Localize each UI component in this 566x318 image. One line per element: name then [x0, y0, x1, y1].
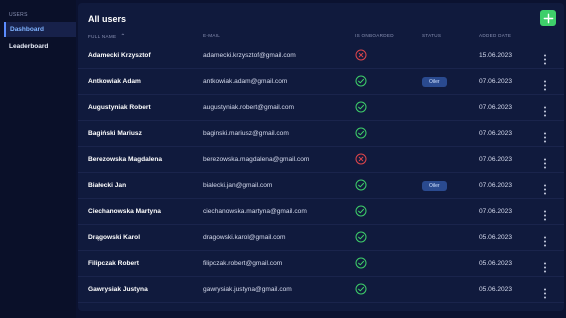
user-email: adamecki.krzysztof@gmail.com [203, 52, 296, 59]
user-full-name: Białecki Jan [88, 182, 127, 189]
user-full-name: Filipczak Robert [88, 260, 139, 267]
check-circle-icon [355, 101, 369, 115]
table-row[interactable]: Filipczak Robert filipczak.robert@gmail.c… [78, 251, 564, 277]
check-circle-icon [355, 179, 369, 193]
more-vertical-icon[interactable] [542, 129, 548, 143]
check-circle-icon [355, 205, 369, 219]
chevron-up-icon: ⌃ [120, 34, 126, 40]
plus-icon [543, 13, 553, 23]
more-vertical-icon[interactable] [542, 285, 548, 299]
check-circle-icon [355, 75, 369, 89]
more-vertical-icon[interactable] [542, 259, 548, 273]
more-vertical-icon[interactable] [542, 233, 548, 247]
users-panel: All users FULL NAME ⌃ E-MAIL IS ONBOARDE… [78, 3, 564, 311]
table-row[interactable]: Augustyniak Robert augustyniak.robert@gma… [78, 95, 564, 121]
user-full-name: Drągowski Karol [88, 234, 141, 241]
status-cell: Oiler [422, 181, 447, 191]
column-header-label: STATUS [422, 33, 442, 38]
check-circle-icon [355, 257, 369, 271]
check-circle-icon [355, 283, 369, 297]
user-added-date: 07.06.2023 [479, 208, 513, 215]
user-full-name: Adamecki Krzysztof [88, 52, 151, 59]
column-header-label: FULL NAME [88, 34, 117, 39]
user-email: dragowski.karol@gmail.com [203, 234, 286, 241]
user-added-date: 05.06.2023 [479, 286, 513, 293]
user-email: gawrysiak.justyna@gmail.com [203, 286, 292, 293]
sidebar-item-leaderboard[interactable]: Leaderboard [4, 39, 76, 54]
add-user-button[interactable] [540, 10, 556, 26]
column-header-email: E-MAIL [203, 33, 220, 38]
user-email: filipczak.robert@gmail.com [203, 260, 283, 267]
user-full-name: Antkowiak Adam [88, 78, 141, 85]
more-vertical-icon[interactable] [542, 51, 548, 65]
user-full-name: Ciechanowska Martyna [88, 208, 161, 215]
more-vertical-icon[interactable] [542, 155, 548, 169]
table-row[interactable]: Drągowski Karol dragowski.karol@gmail.com… [78, 225, 564, 251]
user-email: ciechanowska.martyna@gmail.com [203, 208, 307, 215]
status-badge: Oiler [422, 181, 447, 191]
table-row[interactable]: Berezowska Magdalena berezowska.magdalena… [78, 147, 564, 173]
check-circle-icon [355, 127, 369, 141]
x-circle-icon [355, 153, 369, 167]
table-row[interactable]: Gawrysiak Justyna gawrysiak.justyna@gmail… [78, 277, 564, 303]
user-added-date: 07.06.2023 [479, 78, 513, 85]
sidebar: USERS Dashboard Leaderboard [0, 0, 76, 318]
column-header-added-date: ADDED DATE [479, 33, 511, 38]
user-full-name: Gawrysiak Justyna [88, 286, 148, 293]
more-vertical-icon[interactable] [542, 181, 548, 195]
user-added-date: 15.06.2023 [479, 52, 513, 59]
column-header-label: IS ONBOARDED [355, 33, 394, 38]
check-circle-icon [355, 231, 369, 245]
user-full-name: Augustyniak Robert [88, 104, 151, 111]
table-row[interactable]: Antkowiak Adam antkowiak.adam@gmail.com Oi… [78, 69, 564, 95]
user-added-date: 05.06.2023 [479, 234, 513, 241]
table-row[interactable]: Ciechanowska Martyna ciechanowska.martyna… [78, 199, 564, 225]
user-full-name: Bagiński Mariusz [88, 130, 142, 137]
column-header-status: STATUS [422, 33, 441, 38]
column-header-label: E-MAIL [203, 33, 221, 38]
user-added-date: 07.06.2023 [479, 130, 513, 137]
table-row[interactable]: Bagiński Mariusz baginski.mariusz@gmail.c… [78, 121, 564, 147]
status-cell: Oiler [422, 77, 447, 87]
page-title: All users [88, 14, 127, 24]
user-email: augustyniak.robert@gmail.com [203, 104, 294, 111]
user-added-date: 07.06.2023 [479, 104, 513, 111]
more-vertical-icon[interactable] [542, 103, 548, 117]
user-email: baginski.mariusz@gmail.com [203, 130, 289, 137]
table-row[interactable]: Białecki Jan bialecki.jan@gmail.com Oiler 0… [78, 173, 564, 199]
status-badge: Oiler [422, 77, 447, 87]
column-header-onboarded: IS ONBOARDED [355, 33, 394, 38]
user-added-date: 07.06.2023 [479, 182, 513, 189]
table-row[interactable]: Adamecki Krzysztof adamecki.krzysztof@gma… [78, 43, 564, 69]
sidebar-section-label: USERS [9, 12, 28, 18]
column-header-label: ADDED DATE [479, 33, 512, 38]
user-full-name: Berezowska Magdalena [88, 156, 163, 163]
sidebar-item-dashboard[interactable]: Dashboard [4, 22, 76, 37]
user-added-date: 07.06.2023 [479, 156, 513, 163]
column-header-full-name[interactable]: FULL NAME ⌃ [88, 33, 126, 40]
user-email: antkowiak.adam@gmail.com [203, 78, 288, 85]
more-vertical-icon[interactable] [542, 77, 548, 91]
user-email: berezowska.magdalena@gmail.com [203, 156, 310, 163]
more-vertical-icon[interactable] [542, 207, 548, 221]
x-circle-icon [355, 49, 369, 63]
user-email: bialecki.jan@gmail.com [203, 182, 273, 189]
user-added-date: 05.06.2023 [479, 260, 513, 267]
